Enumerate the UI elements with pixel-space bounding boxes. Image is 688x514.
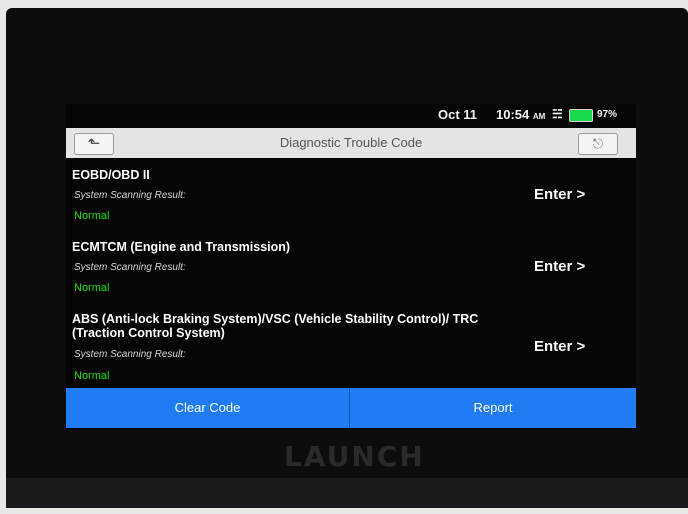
header-bar: ⬑ Diagnostic Trouble Code ⎋ bbox=[66, 128, 636, 158]
page-title: Diagnostic Trouble Code bbox=[279, 135, 423, 150]
scan-result-label: System Scanning Result: bbox=[74, 190, 186, 201]
battery-icon bbox=[569, 109, 593, 122]
scan-result-label: System Scanning Result: bbox=[74, 262, 186, 273]
status-date: Oct 11 bbox=[438, 107, 478, 122]
wifi-icon: ☵ bbox=[552, 107, 563, 121]
exit-button[interactable]: ⎋ bbox=[578, 133, 618, 155]
screen: Oct 11 10:54 AM ☵ 97% ⬑ Diagnostic Troub… bbox=[66, 104, 636, 430]
scan-status: Normal bbox=[74, 210, 110, 222]
system-row-eobd[interactable]: EOBD/OBD II System Scanning Result: Norm… bbox=[66, 168, 636, 224]
scan-status: Normal bbox=[74, 282, 110, 294]
enter-button[interactable]: Enter > bbox=[534, 338, 585, 355]
scan-result-label: System Scanning Result: bbox=[74, 349, 186, 360]
status-time: 10:54 AM bbox=[496, 107, 546, 122]
exit-icon: ⎋ bbox=[592, 136, 604, 151]
status-bar: Oct 11 10:54 AM ☵ 97% bbox=[66, 104, 636, 126]
enter-button[interactable]: Enter > bbox=[534, 258, 585, 275]
system-name: ECMTCM (Engine and Transmission) bbox=[72, 240, 291, 254]
system-row-abs[interactable]: ABS (Anti-lock Braking System)/VSC (Vehi… bbox=[66, 312, 636, 386]
brand-logo: LAUNCH bbox=[284, 440, 425, 473]
system-row-ecm[interactable]: ECMTCM (Engine and Transmission) System … bbox=[66, 240, 636, 296]
enter-button[interactable]: Enter > bbox=[534, 186, 585, 203]
report-button[interactable]: Report bbox=[350, 388, 636, 428]
action-bar: Clear Code Report bbox=[66, 388, 636, 428]
system-name: ABS (Anti-lock Braking System)/VSC (Vehi… bbox=[72, 312, 479, 340]
scan-status: Normal bbox=[74, 370, 110, 382]
device-bezel bbox=[6, 478, 688, 508]
clear-code-button[interactable]: Clear Code bbox=[66, 388, 349, 428]
system-name: EOBD/OBD II bbox=[72, 168, 150, 182]
battery-percent: 97% bbox=[597, 109, 618, 120]
